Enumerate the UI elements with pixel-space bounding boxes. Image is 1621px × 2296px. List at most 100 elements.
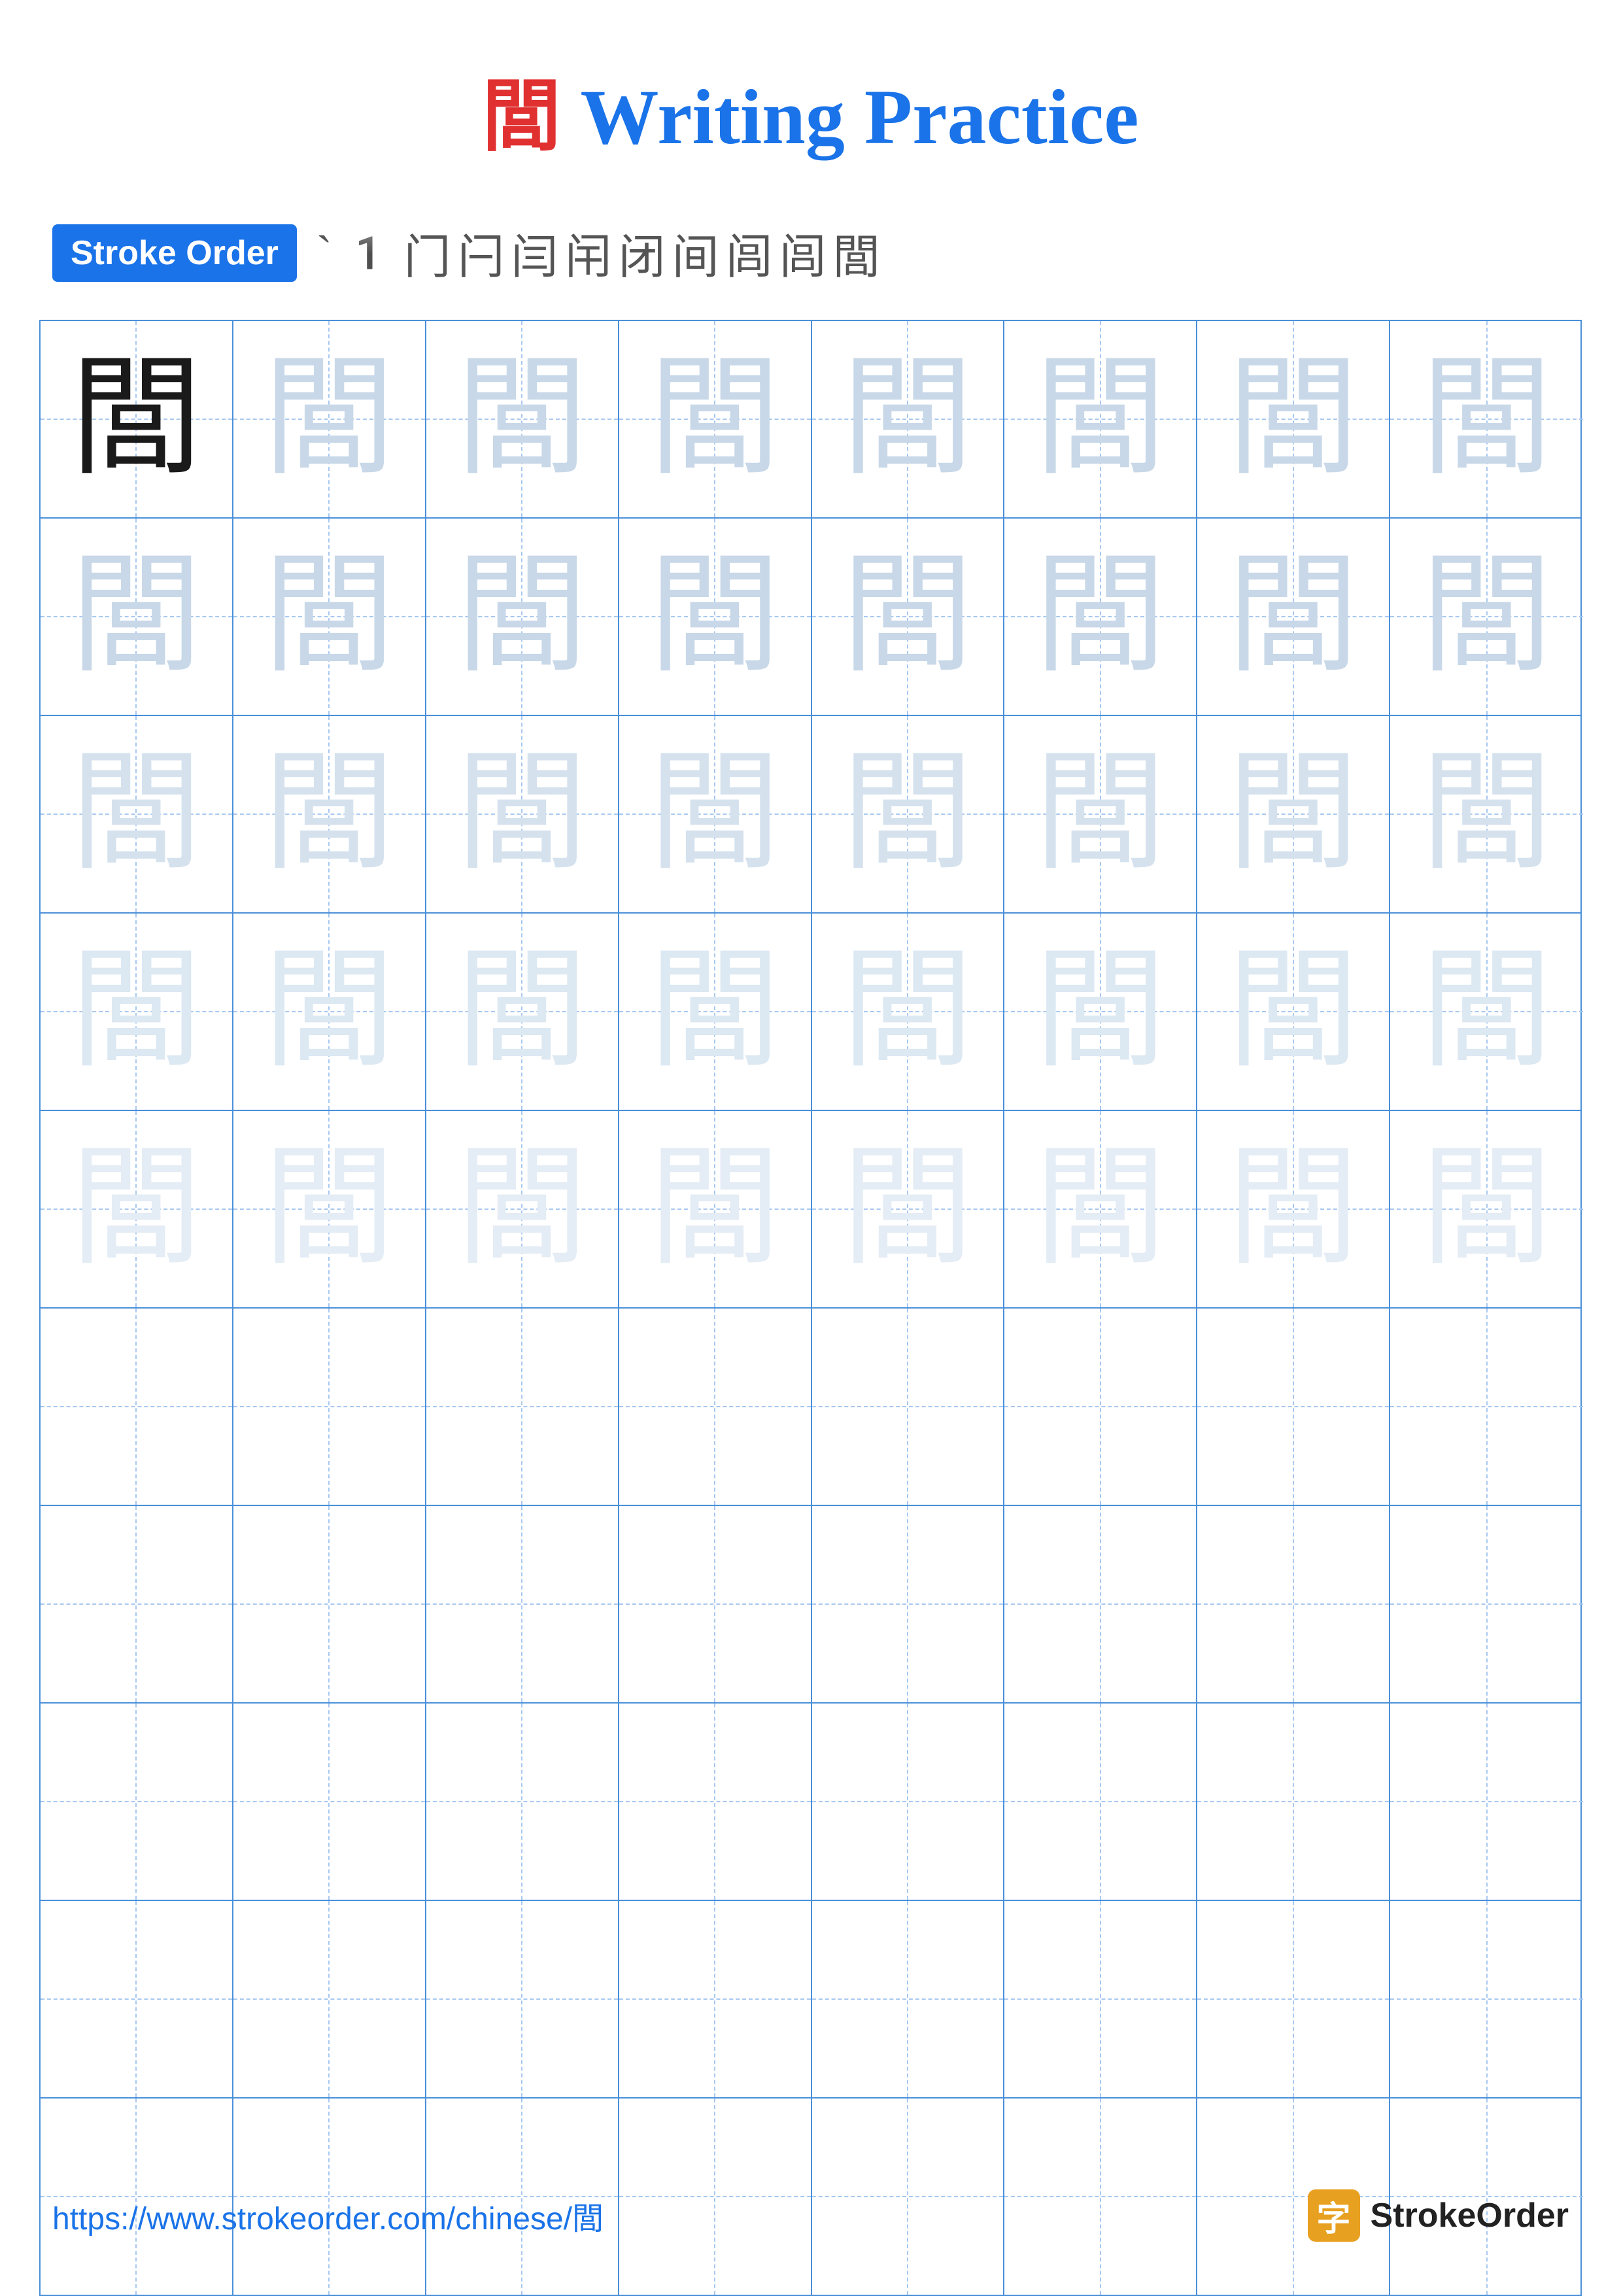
grid-row-4: 閭 閭 閭 閭 閭 閭 閭 閭	[41, 914, 1580, 1111]
grid-cell-8-4[interactable]	[619, 1704, 812, 1900]
char-light: 閭	[649, 749, 780, 880]
grid-cell-1-1[interactable]: 閭	[41, 321, 233, 517]
char-light: 閭	[456, 1144, 587, 1275]
footer-url[interactable]: https://www.strokeorder.com/chinese/閭	[52, 2193, 604, 2238]
char-light: 閭	[1228, 1144, 1359, 1275]
grid-cell-3-5[interactable]: 閭	[812, 716, 1005, 912]
grid-cell-6-2[interactable]	[233, 1309, 426, 1505]
stroke-10: 闾	[779, 218, 827, 287]
char-light: 閭	[649, 551, 780, 682]
title-english-text: Writing Practice	[580, 73, 1138, 160]
grid-cell-1-6[interactable]: 閭	[1004, 321, 1197, 517]
char-light: 閭	[456, 946, 587, 1077]
grid-row-7	[41, 1506, 1580, 1704]
grid-cell-9-3[interactable]	[426, 1901, 619, 2097]
grid-cell-4-1[interactable]: 閭	[41, 914, 233, 1110]
grid-cell-7-4[interactable]	[619, 1506, 812, 1702]
grid-cell-2-6[interactable]: 閭	[1004, 519, 1197, 715]
grid-cell-1-8[interactable]: 閭	[1390, 321, 1583, 517]
grid-cell-8-7[interactable]	[1197, 1704, 1390, 1900]
grid-cell-2-2[interactable]: 閭	[233, 519, 426, 715]
stroke-9: 闾	[726, 218, 773, 287]
grid-cell-8-2[interactable]	[233, 1704, 426, 1900]
grid-cell-1-5[interactable]: 閭	[812, 321, 1005, 517]
grid-cell-2-7[interactable]: 閭	[1197, 519, 1390, 715]
grid-cell-1-4[interactable]: 閭	[619, 321, 812, 517]
char-light: 閭	[649, 946, 780, 1077]
grid-cell-5-6[interactable]: 閭	[1004, 1111, 1197, 1307]
char-light: 閭	[456, 749, 587, 880]
grid-row-1: 閭 閭 閭 閭 閭 閭 閭 閭	[41, 321, 1580, 519]
grid-cell-3-3[interactable]: 閭	[426, 716, 619, 912]
grid-cell-4-6[interactable]: 閭	[1004, 914, 1197, 1110]
char-light: 閭	[1035, 946, 1166, 1077]
grid-cell-9-8[interactable]	[1390, 1901, 1583, 2097]
grid-cell-3-4[interactable]: 閭	[619, 716, 812, 912]
grid-cell-3-2[interactable]: 閭	[233, 716, 426, 912]
grid-cell-4-8[interactable]: 閭	[1390, 914, 1583, 1110]
grid-cell-6-5[interactable]	[812, 1309, 1005, 1505]
grid-cell-3-7[interactable]: 閭	[1197, 716, 1390, 912]
grid-cell-9-5[interactable]	[812, 1901, 1005, 2097]
grid-cell-1-2[interactable]: 閭	[233, 321, 426, 517]
grid-cell-1-3[interactable]: 閭	[426, 321, 619, 517]
grid-cell-4-5[interactable]: 閭	[812, 914, 1005, 1110]
grid-cell-6-1[interactable]	[41, 1309, 233, 1505]
grid-cell-2-5[interactable]: 閭	[812, 519, 1005, 715]
grid-cell-9-6[interactable]	[1004, 1901, 1197, 2097]
char-light: 閭	[1422, 749, 1552, 880]
char-light: 閭	[71, 946, 201, 1077]
grid-cell-5-4[interactable]: 閭	[619, 1111, 812, 1307]
grid-cell-7-5[interactable]	[812, 1506, 1005, 1702]
grid-cell-8-8[interactable]	[1390, 1704, 1583, 1900]
grid-cell-5-1[interactable]: 閭	[41, 1111, 233, 1307]
grid-cell-2-3[interactable]: 閭	[426, 519, 619, 715]
grid-cell-9-4[interactable]	[619, 1901, 812, 2097]
grid-cell-8-5[interactable]	[812, 1704, 1005, 1900]
char-light: 閭	[456, 354, 587, 485]
grid-cell-7-3[interactable]	[426, 1506, 619, 1702]
grid-cell-2-1[interactable]: 閭	[41, 519, 233, 715]
grid-cell-7-2[interactable]	[233, 1506, 426, 1702]
grid-cell-8-1[interactable]	[41, 1704, 233, 1900]
char-light: 閭	[1228, 946, 1359, 1077]
grid-cell-7-1[interactable]	[41, 1506, 233, 1702]
grid-cell-9-1[interactable]	[41, 1901, 233, 2097]
grid-cell-3-1[interactable]: 閭	[41, 716, 233, 912]
grid-cell-3-6[interactable]: 閭	[1004, 716, 1197, 912]
grid-cell-5-8[interactable]: 閭	[1390, 1111, 1583, 1307]
char-light: 閭	[456, 551, 587, 682]
grid-cell-6-4[interactable]	[619, 1309, 812, 1505]
grid-cell-5-5[interactable]: 閭	[812, 1111, 1005, 1307]
grid-cell-7-8[interactable]	[1390, 1506, 1583, 1702]
grid-cell-4-3[interactable]: 閭	[426, 914, 619, 1110]
grid-cell-4-4[interactable]: 閭	[619, 914, 812, 1110]
grid-cell-2-4[interactable]: 閭	[619, 519, 812, 715]
char-light: 閭	[1228, 354, 1359, 485]
grid-cell-5-7[interactable]: 閭	[1197, 1111, 1390, 1307]
stroke-7: 闭	[619, 218, 666, 287]
grid-cell-9-7[interactable]	[1197, 1901, 1390, 2097]
grid-cell-1-7[interactable]: 閭	[1197, 321, 1390, 517]
grid-cell-3-8[interactable]: 閭	[1390, 716, 1583, 912]
grid-cell-7-6[interactable]	[1004, 1506, 1197, 1702]
stroke-4: 闩	[458, 218, 505, 287]
grid-cell-4-2[interactable]: 閭	[233, 914, 426, 1110]
char-light: 閭	[1422, 354, 1552, 485]
grid-cell-8-3[interactable]	[426, 1704, 619, 1900]
grid-cell-6-6[interactable]	[1004, 1309, 1197, 1505]
grid-cell-2-8[interactable]: 閭	[1390, 519, 1583, 715]
stroke-sequence: ` 1️ 门 闩 闫 闬 闭 间 闾 闾 閭	[316, 218, 880, 287]
grid-cell-7-7[interactable]	[1197, 1506, 1390, 1702]
grid-cell-8-6[interactable]	[1004, 1704, 1197, 1900]
grid-cell-5-2[interactable]: 閭	[233, 1111, 426, 1307]
char-light: 閭	[1035, 551, 1166, 682]
grid-row-8	[41, 1704, 1580, 1901]
grid-cell-9-2[interactable]	[233, 1901, 426, 2097]
grid-cell-6-7[interactable]	[1197, 1309, 1390, 1505]
grid-cell-6-8[interactable]	[1390, 1309, 1583, 1505]
grid-cell-6-3[interactable]	[426, 1309, 619, 1505]
char-light: 閭	[71, 551, 201, 682]
grid-cell-4-7[interactable]: 閭	[1197, 914, 1390, 1110]
grid-cell-5-3[interactable]: 閭	[426, 1111, 619, 1307]
